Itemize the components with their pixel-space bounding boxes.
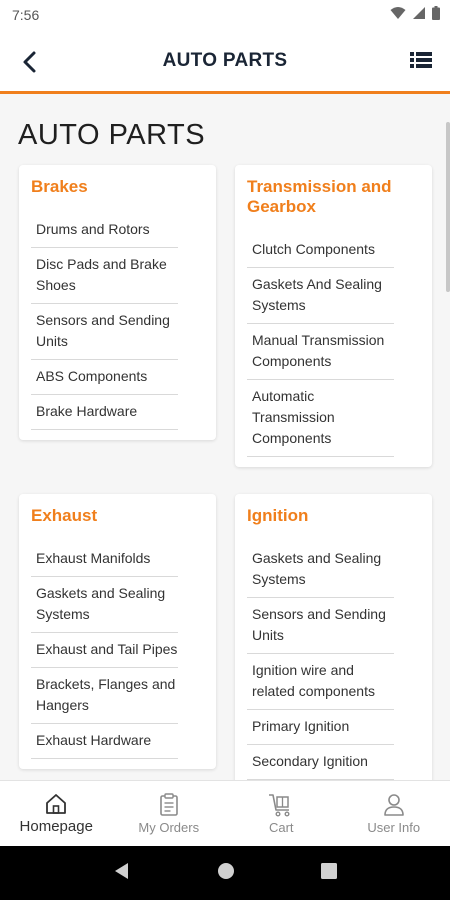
- list-item[interactable]: Sensors and Sending Units: [31, 304, 178, 360]
- list-item[interactable]: Manual Transmission Components: [247, 324, 394, 380]
- list-item[interactable]: Brake Hardware: [31, 395, 178, 430]
- nav-my-orders[interactable]: My Orders: [113, 781, 226, 846]
- category-title[interactable]: Brakes: [31, 177, 204, 197]
- system-back-button[interactable]: [113, 862, 131, 885]
- category-title[interactable]: Ignition: [247, 506, 420, 526]
- status-time: 7:56: [12, 7, 40, 23]
- list-item[interactable]: Ignition wire and related components: [247, 654, 394, 710]
- system-recents-button[interactable]: [321, 862, 337, 884]
- list-item[interactable]: Exhaust and Tail Pipes: [31, 633, 178, 668]
- orders-icon: [159, 792, 178, 816]
- triangle-back-icon: [115, 862, 128, 879]
- back-button[interactable]: [18, 50, 42, 74]
- list-item[interactable]: Exhaust Hardware: [31, 724, 178, 759]
- battery-icon: [432, 5, 440, 25]
- nav-label: User Info: [367, 819, 421, 835]
- list-icon: [410, 52, 432, 68]
- nav-cart[interactable]: Cart: [225, 781, 338, 846]
- status-icons: [390, 5, 440, 25]
- home-icon: [46, 793, 67, 814]
- list-item[interactable]: Primary Ignition: [247, 710, 394, 745]
- list-item[interactable]: Secondary Ignition: [247, 745, 394, 780]
- list-view-button[interactable]: [410, 50, 434, 74]
- category-title[interactable]: Transmission and Gearbox: [247, 177, 420, 217]
- app-bar: AUTO PARTS: [0, 30, 450, 94]
- bottom-nav: Homepage My Orders Cart User Info: [0, 780, 450, 846]
- list-item[interactable]: Disc Pads and Brake Shoes: [31, 248, 178, 304]
- system-nav-bar: [0, 846, 450, 900]
- page-title: AUTO PARTS: [18, 119, 206, 151]
- list-item[interactable]: Gaskets And Sealing Systems: [247, 268, 394, 324]
- nav-label: My Orders: [138, 819, 200, 835]
- nav-label: Cart: [268, 819, 294, 835]
- header-title: AUTO PARTS: [162, 49, 288, 71]
- category-card-exhaust: Exhaust Exhaust Manifolds Gaskets and Se…: [19, 494, 216, 769]
- list-item[interactable]: ABS Components: [31, 360, 178, 395]
- wifi-icon: [390, 6, 406, 25]
- cart-icon: [269, 793, 290, 817]
- list-item[interactable]: Gaskets and Sealing Systems: [247, 542, 394, 598]
- chevron-left-icon: [23, 51, 36, 73]
- category-card-brakes: Brakes Drums and Rotors Disc Pads and Br…: [19, 165, 216, 440]
- list-item[interactable]: Exhaust Manifolds: [31, 542, 178, 577]
- list-item[interactable]: Automatic Transmission Components: [247, 380, 394, 457]
- nav-homepage[interactable]: Homepage: [0, 781, 113, 846]
- nav-label: Homepage: [19, 817, 93, 835]
- list-item[interactable]: Sensors and Sending Units: [247, 598, 394, 654]
- status-bar: 7:56: [0, 0, 450, 30]
- circle-home-icon: [218, 862, 234, 879]
- user-icon: [383, 793, 404, 816]
- category-title[interactable]: Exhaust: [31, 506, 204, 526]
- list-item[interactable]: Gaskets and Sealing Systems: [31, 577, 178, 633]
- content-area[interactable]: AUTO PARTS Brakes Drums and Rotors Disc …: [0, 97, 450, 780]
- list-item[interactable]: Clutch Components: [247, 233, 394, 268]
- list-item[interactable]: Drums and Rotors: [31, 213, 178, 248]
- square-recents-icon: [321, 862, 337, 879]
- category-card-transmission: Transmission and Gearbox Clutch Componen…: [235, 165, 432, 467]
- nav-user-info[interactable]: User Info: [338, 781, 450, 846]
- category-card-ignition: Ignition Gaskets and Sealing Systems Sen…: [235, 494, 432, 780]
- list-item[interactable]: Brackets, Flanges and Hangers: [31, 668, 178, 724]
- system-home-button[interactable]: [217, 862, 235, 885]
- signal-icon: [412, 6, 426, 25]
- scrollbar[interactable]: [446, 122, 450, 292]
